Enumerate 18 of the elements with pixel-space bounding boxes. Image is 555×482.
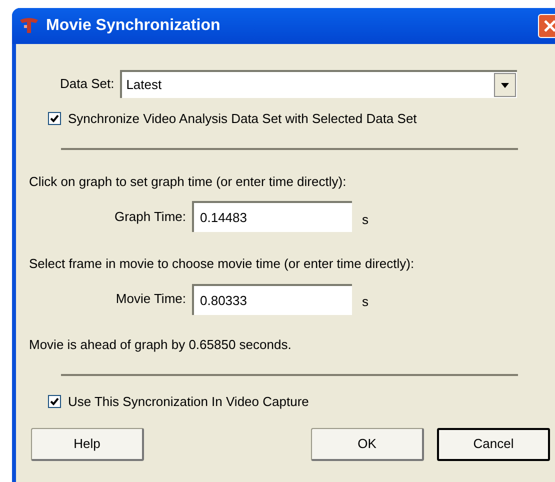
checkbox-label: Use This Syncronization In Video Capture — [68, 393, 309, 411]
instruction-text: Select frame in movie to choose movie time (or enter time directly): — [29, 255, 416, 273]
offset-message: Movie is ahead of graph by 0.65850 seconds. — [29, 336, 292, 354]
unit-label: s — [362, 210, 368, 229]
window-title: Movie Synchronization — [46, 16, 220, 36]
dialog-button[interactable]: Cancel — [437, 428, 550, 460]
field-label: Data Set: — [60, 75, 114, 94]
field-label: Graph Time: — [113, 208, 187, 226]
dropdown-value: Latest — [125, 76, 163, 94]
data-set-dropdown[interactable]: Latest — [120, 70, 518, 98]
unit-label: s — [362, 293, 368, 312]
field-label: Movie Time: — [114, 290, 187, 308]
checkbox-label: Synchronize Video Analysis Data Set with Selected Data Set — [68, 110, 417, 128]
dialog-button[interactable]: OK — [311, 428, 424, 460]
dialog-button[interactable]: Help — [31, 428, 144, 460]
input-field[interactable]: 0.14483 — [192, 201, 352, 232]
input-field[interactable]: 0.80333 — [192, 284, 352, 314]
instruction-text: Click on graph to set graph time (or enter time directly): — [29, 172, 348, 191]
